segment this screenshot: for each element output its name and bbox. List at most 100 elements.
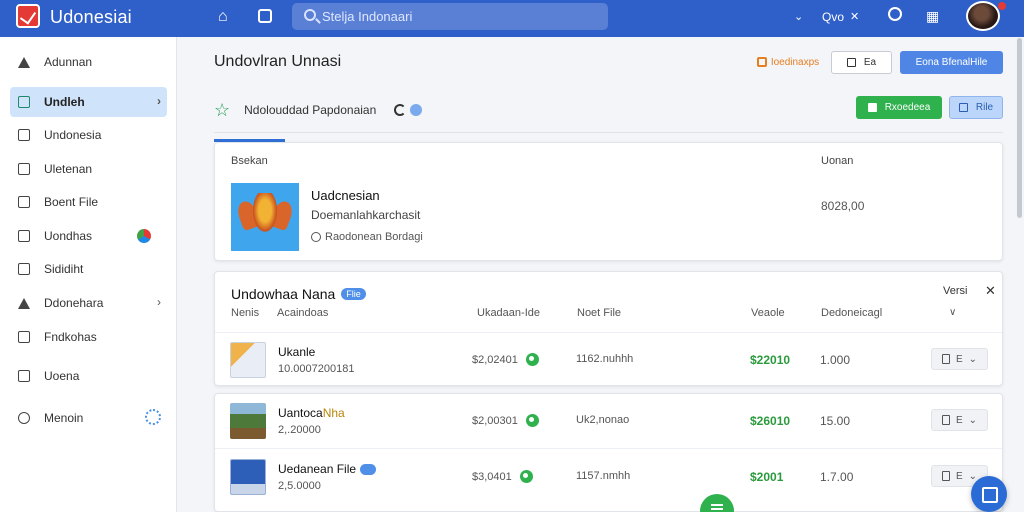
sidebar-item[interactable]: Uoena bbox=[10, 361, 167, 391]
row-amount-text: $2,02401 bbox=[472, 353, 518, 366]
sidebar-item-label: Uondhas bbox=[44, 229, 93, 243]
table-row[interactable]: Ukanle 10.0007200181 $2,02401 1162.nuhhh… bbox=[214, 332, 1003, 387]
refresh-icon[interactable] bbox=[394, 104, 407, 116]
user-menu-label[interactable]: Qvo bbox=[822, 10, 844, 24]
row-name: Ukanle bbox=[278, 345, 316, 359]
save-button[interactable]: Rxoedeea bbox=[856, 96, 942, 119]
row-sub: 2,5.0000 bbox=[278, 480, 321, 492]
export-button[interactable]: Ioedinaxps bbox=[752, 53, 824, 71]
sidebar-item[interactable]: Ddonehara › bbox=[10, 288, 167, 318]
row-qty: 15.00 bbox=[820, 414, 851, 428]
search-bar[interactable] bbox=[292, 3, 608, 30]
document-icon bbox=[18, 129, 30, 141]
filter-icon bbox=[846, 58, 856, 67]
row-action-label: E bbox=[955, 470, 963, 482]
row-thumbnail bbox=[230, 403, 266, 439]
sidebar-item-label: Undleh bbox=[44, 95, 85, 109]
close-icon[interactable]: ✕ bbox=[850, 10, 859, 23]
list-title-text: Undowhaa Nana bbox=[231, 286, 336, 302]
row-name-text: Uedanean File bbox=[278, 462, 357, 476]
avatar[interactable] bbox=[966, 1, 1000, 31]
save-icon bbox=[867, 103, 877, 112]
row-price: $26010 bbox=[750, 414, 791, 428]
row-action-button[interactable]: E ⌄ bbox=[931, 348, 988, 370]
row-name-highlight: Nha bbox=[322, 406, 345, 420]
apps-grid-icon[interactable]: ▦ bbox=[926, 8, 939, 25]
row-price: $2001 bbox=[750, 470, 784, 484]
clock-icon bbox=[311, 232, 321, 242]
sidebar-item-label: Uoena bbox=[44, 369, 80, 383]
column-header[interactable]: Ukadaan-Ide bbox=[477, 307, 540, 319]
row-name: Uedanean File bbox=[278, 462, 377, 476]
column-header[interactable]: Nenis bbox=[231, 307, 259, 319]
info-icon[interactable] bbox=[410, 104, 423, 116]
list-title: Undowhaa Nana Flie bbox=[231, 286, 366, 302]
chevron-down-icon[interactable]: ⌄ bbox=[794, 10, 803, 23]
sidebar-item-active[interactable]: Undleh › bbox=[10, 87, 167, 117]
document-icon bbox=[941, 415, 950, 425]
home-icon[interactable]: ⌂ bbox=[218, 8, 228, 26]
filter-button-label: Ea bbox=[863, 57, 877, 68]
row-thumbnail bbox=[230, 459, 266, 495]
search-top-icon[interactable] bbox=[888, 7, 902, 21]
sidebar-item[interactable]: Uondhas bbox=[10, 221, 167, 251]
sidebar-item-file[interactable]: Boent File bbox=[10, 187, 167, 217]
top-bar: Udonesiai ⌂ ⌄ Qvo ✕ ▦ bbox=[0, 0, 1024, 37]
sidebar-item-label: Uletenan bbox=[44, 162, 93, 176]
row-amount: $2,02401 bbox=[472, 353, 539, 366]
app-logo-icon[interactable] bbox=[16, 4, 40, 28]
row-qty: 1.000 bbox=[820, 353, 851, 367]
star-icon[interactable]: ☆ bbox=[214, 100, 230, 121]
row-sub: 10.0007200181 bbox=[278, 363, 355, 375]
row-amount: $3,0401 bbox=[472, 470, 533, 483]
file-button[interactable]: Rile bbox=[949, 96, 1003, 119]
document-icon bbox=[941, 354, 950, 364]
edit-icon bbox=[18, 263, 30, 275]
notification-dot bbox=[998, 2, 1006, 10]
summary-card: Bsekan Uonan Uadcnesian Doemanlahkarchas… bbox=[214, 142, 1003, 261]
chevron-down-icon: ⌄ bbox=[968, 414, 978, 426]
sidebar-item[interactable]: Fndkohas bbox=[10, 322, 167, 352]
shield-icon[interactable] bbox=[258, 9, 272, 23]
column-header[interactable]: Acaindoas bbox=[277, 307, 328, 319]
subheader-label: Ndolouddad Papdonaian bbox=[244, 103, 377, 117]
chat-fab-button[interactable] bbox=[971, 476, 1007, 512]
gear-icon[interactable] bbox=[145, 409, 161, 425]
sidebar-item[interactable]: Undonesia bbox=[10, 120, 167, 150]
column-header[interactable]: Veaole bbox=[751, 307, 785, 319]
search-icon bbox=[18, 412, 30, 424]
row-action-button[interactable]: E ⌄ bbox=[931, 409, 988, 431]
chevron-down-icon[interactable]: ∨ bbox=[949, 307, 956, 318]
scrollbar[interactable] bbox=[1017, 38, 1022, 218]
summary-meta: Raodonean Bordagi bbox=[311, 231, 423, 243]
close-icon[interactable]: ✕ bbox=[985, 283, 996, 299]
sidebar-item-home[interactable]: Adunnan bbox=[10, 47, 167, 77]
chevron-down-icon: ⌄ bbox=[968, 353, 978, 365]
document-icon bbox=[941, 471, 950, 481]
row-amount: $2,00301 bbox=[472, 414, 539, 427]
sidebar-item-label: Boent File bbox=[44, 195, 99, 209]
list-icon bbox=[18, 331, 30, 343]
column-header[interactable]: Dedoneicagl bbox=[821, 307, 882, 319]
sidebar: Adunnan Undleh › Undonesia Uletenan Boent… bbox=[0, 37, 177, 512]
summary-value: 8028,00 bbox=[821, 199, 865, 213]
search-input[interactable] bbox=[322, 7, 592, 26]
column-header[interactable]: Noet File bbox=[577, 307, 621, 319]
sidebar-item-label: Ddonehara bbox=[44, 296, 104, 310]
table-row[interactable]: UantocaNha 2,.20000 $2,00301 Uk2,nonao $… bbox=[214, 393, 1003, 448]
summary-header-left: Bsekan bbox=[231, 155, 268, 167]
sidebar-item-search[interactable]: Menoin bbox=[10, 403, 167, 433]
row-action-label: E bbox=[955, 414, 963, 426]
sidebar-item[interactable]: Sididiht bbox=[10, 254, 167, 284]
version-label: Versi bbox=[943, 285, 968, 297]
filter-button[interactable]: Ea bbox=[831, 51, 892, 74]
row-sub: 2,.20000 bbox=[278, 424, 321, 436]
table-row[interactable]: Uedanean File 2,5.0000 $3,0401 1157.nmhh… bbox=[214, 449, 1003, 504]
sidebar-item-label: Adunnan bbox=[44, 55, 93, 69]
sidebar-item[interactable]: Uletenan bbox=[10, 154, 167, 184]
sidebar-item-label: Sididiht bbox=[44, 262, 84, 276]
sidebar-item-label: Menoin bbox=[44, 411, 84, 425]
file-icon bbox=[18, 96, 30, 108]
primary-action-button[interactable]: Eona BfenalHile bbox=[900, 51, 1003, 74]
row-file: 1157.nmhh bbox=[576, 470, 631, 482]
